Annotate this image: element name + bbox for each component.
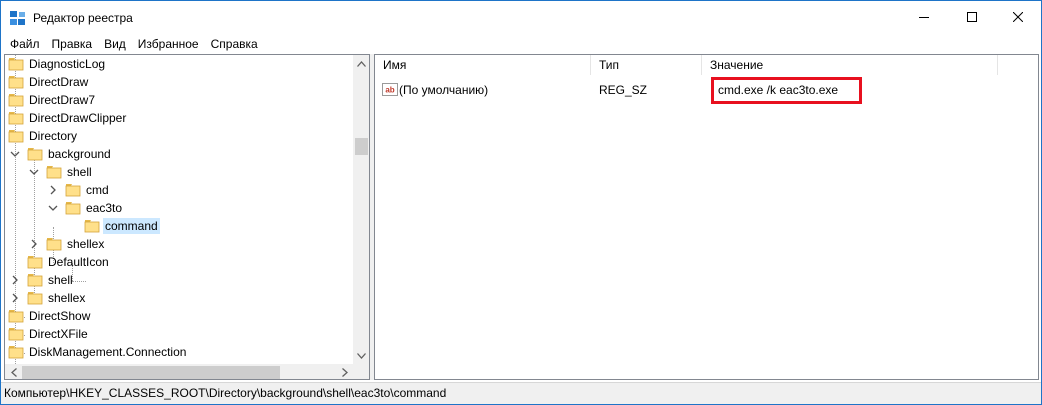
column-header-name[interactable]: Имя bbox=[375, 55, 591, 75]
tree-item[interactable]: DirectDrawClipper bbox=[5, 109, 353, 127]
chevron-up-icon bbox=[357, 60, 366, 67]
tree-item[interactable]: DirectShow bbox=[5, 307, 353, 325]
column-header-value[interactable]: Значение bbox=[702, 55, 998, 75]
tree-item[interactable]: DirectDraw7 bbox=[5, 91, 353, 109]
menu-favorites[interactable]: Избранное bbox=[131, 35, 204, 53]
scroll-up-button[interactable] bbox=[353, 55, 369, 72]
menu-edit[interactable]: Правка bbox=[45, 35, 98, 53]
maximize-button[interactable] bbox=[949, 1, 995, 33]
tree-item[interactable]: eac3to bbox=[5, 199, 353, 217]
folder-icon bbox=[27, 148, 43, 161]
scroll-left-button[interactable] bbox=[5, 364, 22, 379]
column-header-type[interactable]: Тип bbox=[591, 55, 702, 75]
folder-icon bbox=[8, 310, 24, 323]
tree-item-label: DirectDrawClipper bbox=[29, 111, 127, 125]
minimize-icon bbox=[919, 17, 929, 18]
folder-icon bbox=[8, 94, 24, 107]
tree-item-label: shellex bbox=[67, 237, 105, 251]
minimize-button[interactable] bbox=[901, 1, 947, 33]
tree-item[interactable]: DiskManagement.Connection bbox=[5, 343, 353, 361]
folder-icon bbox=[84, 220, 100, 233]
value-row[interactable]: ab (По умолчанию) REG_SZ cmd.exe /k eac3… bbox=[375, 79, 1035, 101]
folder-icon bbox=[27, 256, 43, 269]
chevron-right-icon[interactable] bbox=[10, 275, 20, 285]
tree-item[interactable]: shellex bbox=[5, 235, 353, 253]
scrollbar-corner bbox=[353, 364, 369, 379]
tree-vertical-scrollbar[interactable] bbox=[353, 55, 369, 364]
folder-icon bbox=[46, 166, 62, 179]
tree-horizontal-scroll-thumb[interactable] bbox=[22, 366, 280, 379]
tree-vertical-scroll-thumb[interactable] bbox=[355, 138, 368, 155]
tree-item-label: DirectDraw7 bbox=[29, 93, 96, 107]
title-bar[interactable]: Редактор реестра bbox=[1, 1, 1041, 35]
chevron-right-icon[interactable] bbox=[48, 185, 58, 195]
tree-item[interactable]: shell bbox=[5, 163, 353, 181]
values-list-pane[interactable]: Имя Тип Значение ab (По умолчанию) REG_S… bbox=[374, 54, 1039, 380]
tree-item-label: Directory bbox=[29, 129, 78, 143]
folder-icon bbox=[27, 292, 43, 305]
tree-item-label: DirectDraw bbox=[29, 75, 89, 89]
folder-icon bbox=[8, 58, 24, 71]
folder-icon bbox=[8, 76, 24, 89]
menu-view[interactable]: Вид bbox=[97, 35, 131, 53]
tree-item-label: shell bbox=[48, 273, 73, 287]
menu-bar: Файл Правка Вид Избранное Справка bbox=[1, 35, 1041, 53]
folder-icon bbox=[27, 274, 43, 287]
key-tree-pane[interactable]: DiagnosticLog DirectDraw DirectDraw7 Direct… bbox=[4, 54, 370, 380]
menu-file[interactable]: Файл bbox=[1, 35, 45, 53]
tree-item-label: background bbox=[48, 147, 111, 161]
chevron-down-icon[interactable] bbox=[48, 203, 58, 213]
value-name-cell: (По умолчанию) bbox=[399, 83, 489, 97]
scroll-down-button[interactable] bbox=[353, 347, 369, 364]
string-value-icon: ab bbox=[382, 83, 398, 96]
value-type-cell: REG_SZ bbox=[599, 83, 648, 97]
tree-item-label: command bbox=[103, 218, 160, 234]
tree-item[interactable]: shell bbox=[5, 271, 353, 289]
folder-icon bbox=[8, 346, 24, 359]
close-button[interactable] bbox=[995, 1, 1041, 33]
tree-item[interactable]: background bbox=[5, 145, 353, 163]
chevron-right-icon bbox=[341, 368, 348, 377]
chevron-left-icon bbox=[10, 368, 17, 377]
close-icon bbox=[1013, 12, 1023, 22]
chevron-down-icon[interactable] bbox=[10, 149, 20, 159]
tree-item[interactable]: cmd bbox=[5, 181, 353, 199]
svg-text:ab: ab bbox=[385, 86, 394, 95]
folder-icon bbox=[46, 238, 62, 251]
tree-item[interactable]: command bbox=[5, 217, 353, 235]
tree-item[interactable]: DirectDraw bbox=[5, 73, 353, 91]
tree-item-label: DiskManagement.Connection bbox=[29, 345, 187, 359]
tree-item-label: DirectShow bbox=[29, 309, 91, 323]
tree-item[interactable]: shellex bbox=[5, 289, 353, 307]
chevron-right-icon[interactable] bbox=[29, 239, 39, 249]
tree-item-label: shell bbox=[67, 165, 92, 179]
folder-icon bbox=[8, 328, 24, 341]
window-title: Редактор реестра bbox=[33, 11, 133, 25]
chevron-down-icon[interactable] bbox=[29, 167, 39, 177]
maximize-icon bbox=[967, 12, 977, 22]
folder-icon bbox=[65, 202, 81, 215]
tree-horizontal-scrollbar[interactable] bbox=[5, 364, 353, 379]
tree-item-label: DefaultIcon bbox=[48, 255, 109, 269]
tree-item[interactable]: DiagnosticLog bbox=[5, 55, 353, 73]
tree-item[interactable]: Directory bbox=[5, 127, 353, 145]
scroll-right-button[interactable] bbox=[336, 364, 353, 379]
tree-item-label: shellex bbox=[48, 291, 86, 305]
value-highlight-box bbox=[711, 77, 862, 104]
tree-item-label: eac3to bbox=[86, 201, 123, 215]
registry-editor-window: Редактор реестра Файл Правка Вид Избранн… bbox=[0, 0, 1042, 405]
chevron-down-icon bbox=[357, 352, 366, 359]
tree-item[interactable]: DefaultIcon bbox=[5, 253, 353, 271]
tree-item-label: DirectXFile bbox=[29, 327, 88, 341]
menu-help[interactable]: Справка bbox=[204, 35, 263, 53]
chevron-right-icon[interactable] bbox=[10, 293, 20, 303]
tree-item-label: cmd bbox=[86, 183, 109, 197]
tree-item-label: DiagnosticLog bbox=[29, 57, 106, 71]
registry-editor-icon bbox=[10, 11, 25, 25]
status-bar-path: Компьютер\HKEY_CLASSES_ROOT\Directory\ba… bbox=[1, 382, 1041, 404]
folder-icon bbox=[65, 184, 81, 197]
folder-icon bbox=[8, 130, 24, 143]
folder-icon bbox=[8, 112, 24, 125]
tree-item[interactable]: DirectXFile bbox=[5, 325, 353, 343]
